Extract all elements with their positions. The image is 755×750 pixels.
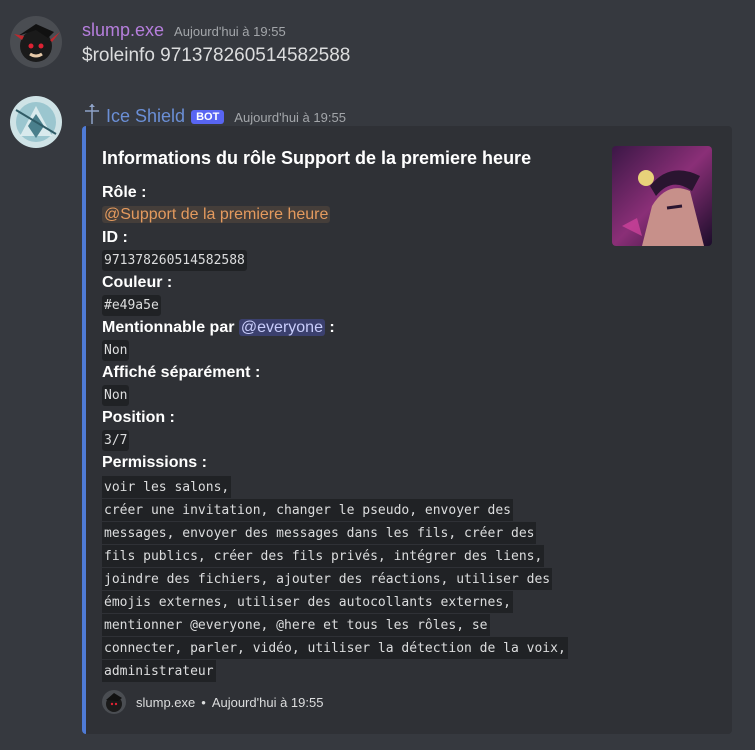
footer-timestamp: Aujourd'hui à 19:55	[211, 694, 324, 710]
timestamp: Aujourd'hui à 19:55	[234, 110, 346, 125]
embed-thumbnail[interactable]	[612, 146, 712, 246]
permissions-line: fils publics, créer des fils privés, int…	[102, 545, 545, 567]
field-role-value: @Support de la premiere heure	[102, 206, 331, 224]
field-role-label: Rôle :	[102, 184, 147, 201]
field-couleur-value: #e49a5e	[102, 295, 161, 316]
message-content: $roleinfo 971378260514582588	[82, 45, 351, 66]
field-mentionnable-value: Non	[102, 340, 130, 361]
footer-avatar	[102, 690, 126, 714]
field-id-value: 971378260514582588	[102, 250, 247, 271]
username[interactable]: slump.exe	[82, 20, 164, 41]
position-code: 3/7	[102, 430, 130, 451]
permissions-line: mentionner @everyone, @here et tous les …	[102, 614, 490, 636]
mentionnable-suffix: :	[329, 319, 335, 336]
user-avatar[interactable]	[10, 16, 62, 68]
footer-author: slump.exe	[136, 694, 196, 710]
field-permissions-label: Permissions :	[102, 454, 207, 471]
mentionnable-prefix: Mentionnable par	[102, 319, 235, 336]
field-position-label: Position :	[102, 409, 175, 426]
timestamp: Aujourd'hui à 19:55	[174, 24, 286, 39]
bot-tag: BOT	[191, 110, 225, 124]
permissions-line: émojis externes, utiliser des autocollan…	[102, 591, 513, 613]
permissions-line: administrateur	[102, 660, 216, 682]
permissions-line: créer une invitation, changer le pseudo,…	[102, 499, 513, 521]
field-affiche-value: Non	[102, 385, 130, 406]
field-affiche-label: Affiché séparément :	[102, 364, 261, 381]
shield-icon	[82, 103, 102, 125]
everyone-mention[interactable]: @everyone	[238, 319, 325, 336]
bot-avatar[interactable]	[10, 96, 62, 148]
role-mention[interactable]: @Support de la premiere heure	[102, 206, 331, 223]
username[interactable]: Ice Shield	[106, 106, 185, 127]
field-position-value: 3/7	[102, 430, 130, 451]
permissions-line: joindre des fichiers, ajouter des réacti…	[102, 568, 553, 590]
embed-footer: slump.exe • Aujourd'hui à 19:55	[102, 690, 323, 714]
id-code: 971378260514582588	[102, 250, 247, 271]
permissions-line: voir les salons,	[102, 476, 232, 498]
affiche-code: Non	[102, 385, 130, 406]
message-header: slump.exe Aujourd'hui à 19:55	[82, 20, 286, 41]
permissions-line: messages, envoyer des messages dans les …	[102, 522, 537, 544]
field-id-label: ID :	[102, 229, 128, 246]
message-slump: slump.exe Aujourd'hui à 19:55 $roleinfo …	[0, 0, 755, 80]
message-header: Ice Shield BOT Aujourd'hui à 19:55	[82, 100, 346, 127]
field-mentionnable-label: Mentionnable par @everyone :	[102, 319, 335, 337]
footer-separator: •	[201, 694, 206, 710]
couleur-code: #e49a5e	[102, 295, 161, 316]
embed-title: Informations du rôle Support de la premi…	[102, 148, 532, 168]
mentionnable-code: Non	[102, 340, 130, 361]
permissions-line: connecter, parler, vidéo, utiliser la dé…	[102, 637, 568, 659]
field-couleur-label: Couleur :	[102, 274, 173, 291]
role-info-embed: Informations du rôle Support de la premi…	[82, 126, 732, 734]
